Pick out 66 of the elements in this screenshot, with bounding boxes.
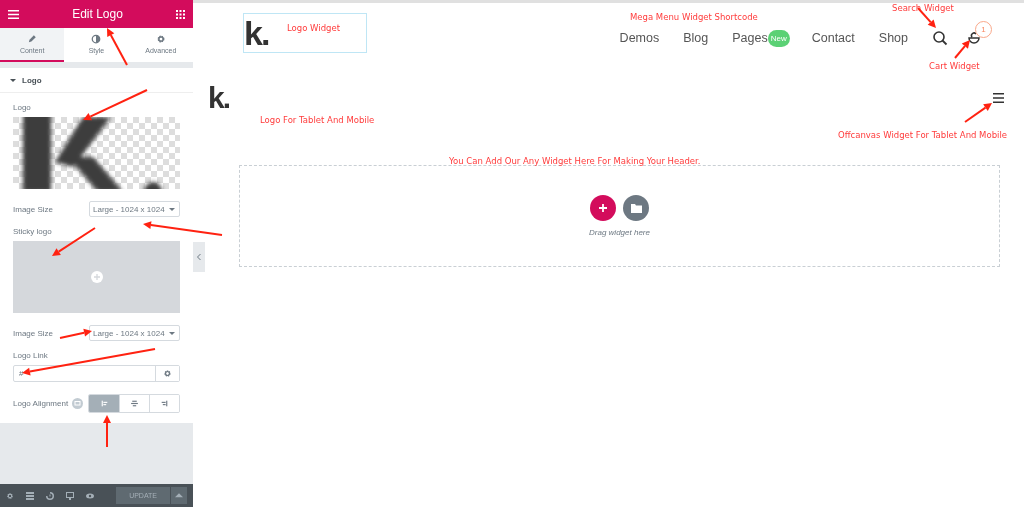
annotation-text: You Can Add Our Any Widget Here For Making Your Header. xyxy=(449,156,701,166)
annotation-arrow xyxy=(107,28,128,66)
menu-link[interactable]: Shop xyxy=(878,31,908,45)
annotation-arrow xyxy=(964,103,992,123)
plus-icon xyxy=(90,271,103,283)
annotation-arrow xyxy=(954,40,970,59)
gear-icon xyxy=(163,369,172,378)
caret-icon xyxy=(169,330,175,336)
folder-icon xyxy=(630,203,642,213)
field-label: Logo xyxy=(13,103,32,112)
cart-icon[interactable] xyxy=(966,30,982,46)
image-size-select[interactable]: Large - 1024 x 1024 xyxy=(89,325,180,341)
mobile-logo: k. xyxy=(208,83,230,113)
gear-icon xyxy=(155,34,166,44)
folder-button[interactable] xyxy=(623,195,649,221)
annotation-text: Logo Widget xyxy=(287,23,341,33)
drop-zone[interactable]: Drag widget here xyxy=(239,165,1000,267)
menu-link[interactable]: Blog xyxy=(683,31,709,45)
annotation-text: Mega Menu Widget Shortcode xyxy=(630,12,758,22)
cart-count: 1 xyxy=(975,21,992,38)
grid-icon[interactable] xyxy=(176,9,185,19)
caret-icon xyxy=(169,206,175,212)
link-input[interactable]: # xyxy=(13,365,180,382)
panel-title: Edit Logo xyxy=(72,7,123,21)
search-icon[interactable] xyxy=(932,30,948,46)
align-center-icon xyxy=(130,399,139,408)
annotation-text: Offcanvas Widget For Tablet And Mobile xyxy=(838,130,1007,140)
caret-icon xyxy=(10,77,16,83)
settings-icon[interactable] xyxy=(6,491,14,500)
layers-icon[interactable] xyxy=(26,491,34,500)
annotation-text: Search Widget xyxy=(892,3,954,13)
annotation-arrow xyxy=(103,415,111,448)
pencil-icon xyxy=(27,34,38,44)
section-header[interactable]: Logo xyxy=(0,68,193,93)
settings-button[interactable] xyxy=(155,366,179,381)
add-button[interactable] xyxy=(590,195,616,221)
menu-icon[interactable] xyxy=(993,93,1004,103)
site-logo: k. xyxy=(244,16,269,50)
caret-button[interactable] xyxy=(171,487,187,504)
alignment-control[interactable] xyxy=(88,394,180,413)
image-size-select[interactable]: Large - 1024 x 1024 xyxy=(89,201,180,217)
plus-icon xyxy=(598,203,608,213)
drop-hint: Drag widget here xyxy=(589,228,650,237)
annotation-text: Cart Widget xyxy=(929,61,980,71)
caret-icon xyxy=(175,491,183,500)
menu-link[interactable]: Contact xyxy=(811,31,855,45)
chevron-icon xyxy=(197,254,201,260)
annotation-arrow xyxy=(52,227,96,256)
field-label: Image Size xyxy=(13,328,54,338)
monitor-icon[interactable] xyxy=(66,491,74,500)
align-left-icon xyxy=(99,399,109,408)
new-badge: New xyxy=(767,29,790,47)
annotation-text: Logo For Tablet And Mobile xyxy=(260,115,375,125)
contrast-icon xyxy=(91,34,102,44)
align-button[interactable] xyxy=(149,395,179,412)
field-label: Sticky logo xyxy=(13,227,53,236)
field-label: Logo Link xyxy=(13,351,49,360)
annotation-arrow xyxy=(83,89,148,121)
field-label: Image Size xyxy=(13,204,54,214)
history-icon[interactable] xyxy=(46,491,54,500)
menu-link[interactable]: Demos xyxy=(619,31,660,45)
align-right-icon xyxy=(160,399,169,408)
eye-icon[interactable] xyxy=(86,491,94,500)
menu-link[interactable]: Pages xyxy=(732,31,768,45)
field-label: Logo Alignment xyxy=(13,399,69,408)
annotation-arrow xyxy=(59,328,92,339)
